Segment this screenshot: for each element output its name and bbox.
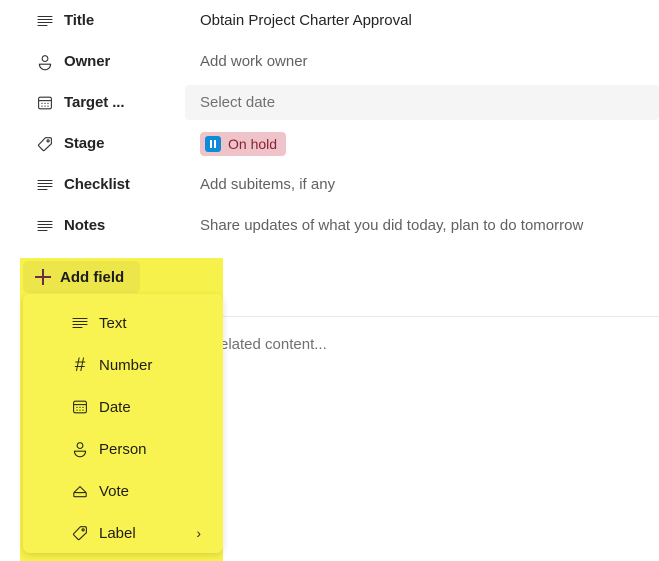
menu-item-label[interactable]: Label › [23, 512, 223, 554]
calendar-icon [71, 398, 89, 416]
field-label-cell: Checklist [0, 176, 185, 194]
field-type-menu: Text # Number Date Person Vote Label › [23, 294, 223, 553]
chevron-right-icon: › [196, 525, 201, 541]
field-row-checklist[interactable]: Checklist Add subitems, if any [0, 164, 659, 205]
add-field-button-label: Add field [60, 268, 125, 286]
date-input[interactable]: Select date [185, 85, 659, 120]
field-row-title[interactable]: Title Obtain Project Charter Approval [0, 0, 659, 41]
text-lines-icon [36, 217, 54, 235]
field-label-cell: Notes [0, 217, 185, 235]
field-value-cell[interactable]: Select date [185, 82, 659, 123]
menu-item-label: Vote [99, 482, 130, 500]
work-item-details-pane: Title Obtain Project Charter Approval Ow… [0, 0, 659, 561]
add-field-button[interactable]: Add field [23, 261, 141, 293]
notes-placeholder[interactable]: Share updates of what you did today, pla… [185, 217, 583, 234]
field-row-stage[interactable]: Stage On hold [0, 123, 659, 164]
field-label: Owner [64, 53, 111, 70]
text-lines-icon [71, 314, 89, 332]
field-label: Notes [64, 217, 106, 234]
menu-item-label: Date [99, 398, 131, 416]
plus-icon [35, 269, 51, 285]
menu-item-vote[interactable]: Vote [23, 470, 223, 512]
field-label-cell: Stage [0, 135, 185, 153]
field-label: Checklist [64, 176, 130, 193]
menu-item-person[interactable]: Person [23, 428, 223, 470]
menu-item-text[interactable]: Text [23, 302, 223, 344]
menu-item-label: Person [99, 440, 147, 458]
menu-item-label: Label [99, 524, 136, 542]
tag-icon [71, 524, 89, 542]
menu-item-date[interactable]: Date [23, 386, 223, 428]
field-row-target-date[interactable]: Target ... Select date [0, 82, 659, 123]
related-content-placeholder[interactable]: related content... [215, 336, 327, 353]
menu-item-number[interactable]: # Number [23, 344, 223, 386]
vote-icon [71, 482, 89, 500]
section-divider [215, 316, 659, 317]
date-placeholder: Select date [200, 94, 276, 111]
field-list: Title Obtain Project Charter Approval Ow… [0, 0, 659, 246]
field-label-cell: Owner [0, 53, 185, 71]
field-value-cell[interactable]: Obtain Project Charter Approval [185, 0, 659, 41]
person-icon [71, 440, 89, 458]
hash-icon: # [74, 354, 86, 376]
field-row-notes[interactable]: Notes Share updates of what you did toda… [0, 205, 659, 246]
field-label-cell: Title [0, 12, 185, 30]
menu-item-label: Number [99, 356, 153, 374]
checklist-placeholder[interactable]: Add subitems, if any [185, 176, 335, 193]
field-value-cell[interactable]: Add subitems, if any [185, 164, 659, 205]
field-value-cell[interactable]: Share updates of what you did today, pla… [185, 205, 659, 246]
field-value-cell[interactable]: Add work owner [185, 41, 659, 82]
pause-icon [205, 135, 221, 152]
person-icon [36, 53, 54, 71]
field-label: Target ... [64, 94, 125, 111]
status-badge[interactable]: On hold [200, 131, 287, 156]
field-label: Stage [64, 135, 105, 152]
field-row-owner[interactable]: Owner Add work owner [0, 41, 659, 82]
owner-placeholder[interactable]: Add work owner [185, 53, 308, 70]
calendar-icon [36, 94, 54, 112]
text-lines-icon [36, 176, 54, 194]
status-badge-label: On hold [228, 135, 278, 152]
field-label-cell: Target ... [0, 94, 185, 112]
text-lines-icon [36, 12, 54, 30]
menu-item-label: Text [99, 314, 127, 332]
field-label: Title [64, 12, 95, 29]
title-value[interactable]: Obtain Project Charter Approval [185, 12, 412, 29]
field-value-cell[interactable]: On hold [185, 123, 659, 164]
tag-icon [36, 135, 54, 153]
